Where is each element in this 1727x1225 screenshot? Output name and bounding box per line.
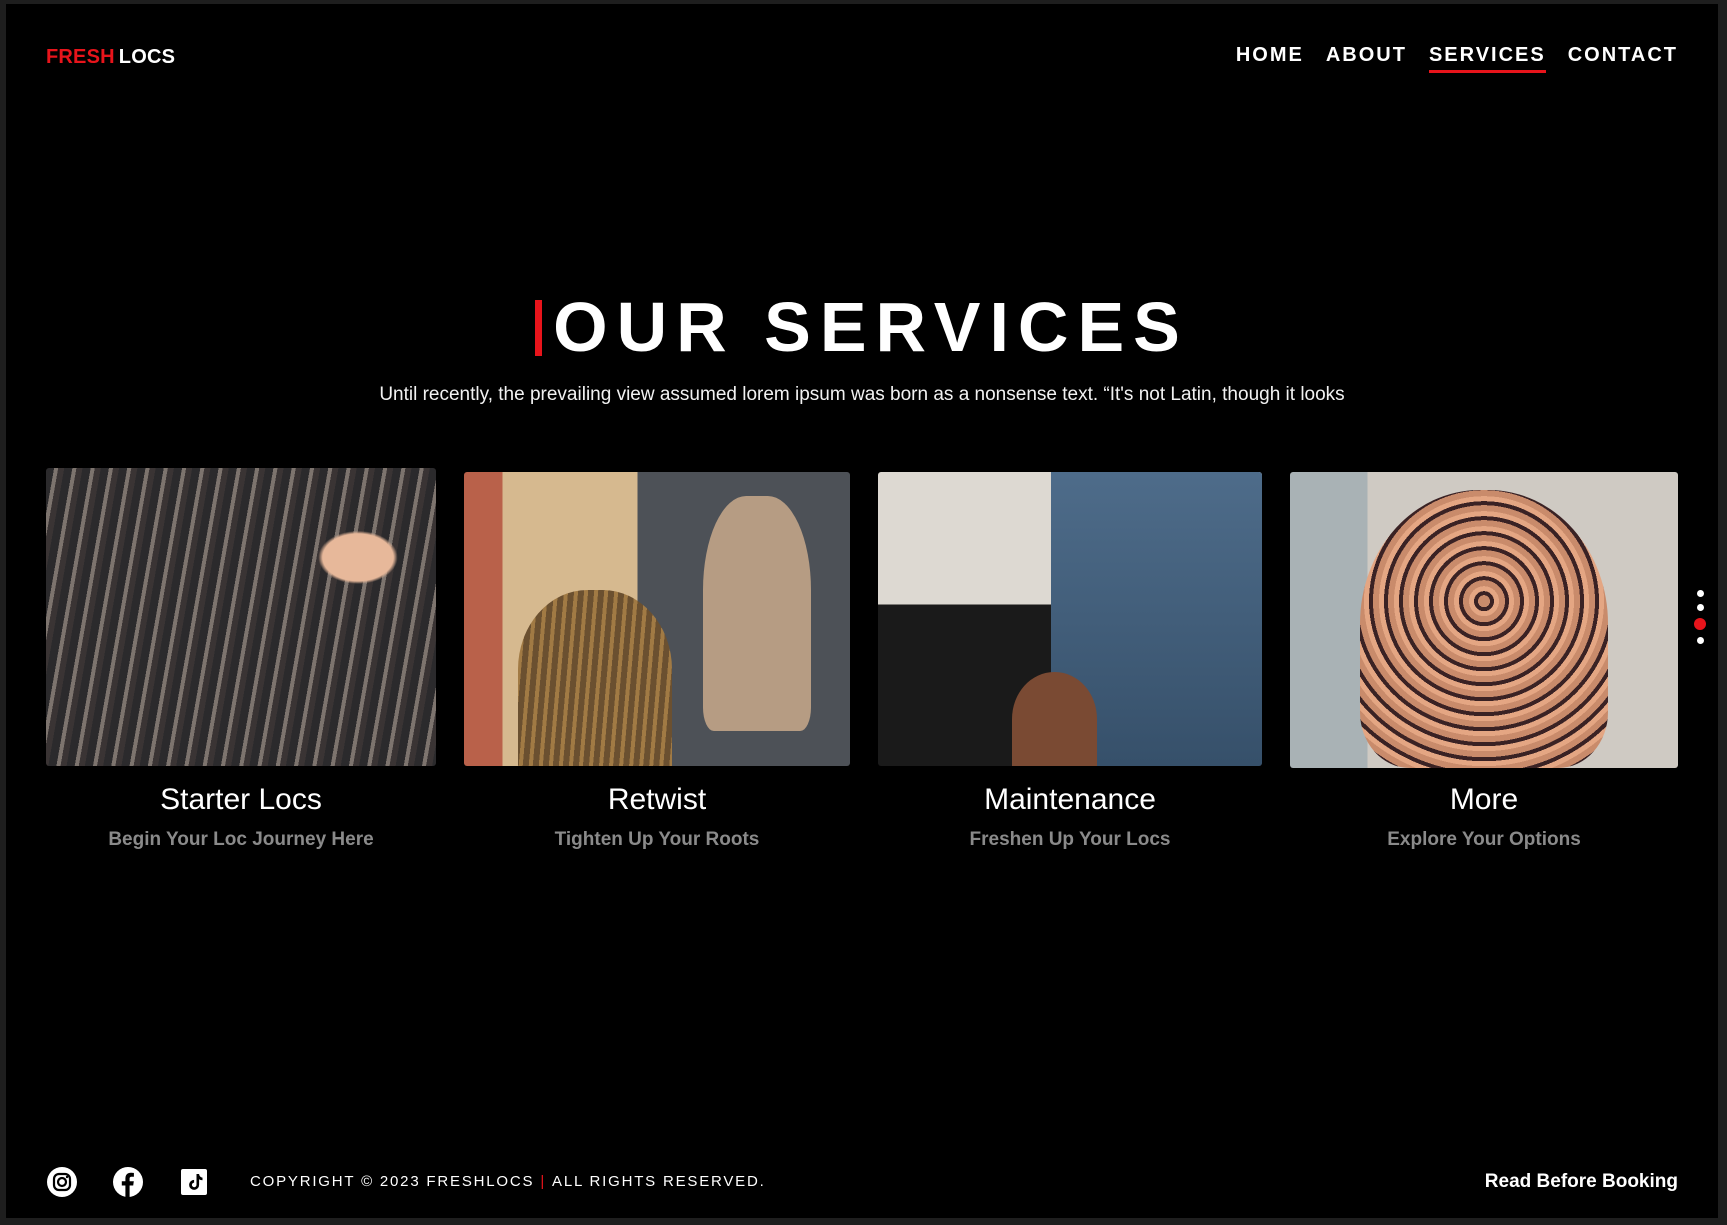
copyright-text: COPYRIGHT © 2023 FRESHLOCS | ALL RIGHTS RE… xyxy=(250,1173,766,1190)
brand-logo[interactable]: FRESH LOCS xyxy=(46,46,175,69)
service-subtitle: Freshen Up Your Locs xyxy=(969,829,1171,850)
service-subtitle: Explore Your Options xyxy=(1387,829,1581,850)
pager-dot[interactable] xyxy=(1696,604,1704,611)
instagram-icon[interactable] xyxy=(46,1166,78,1198)
nav-home[interactable]: HOME xyxy=(1236,44,1304,73)
brand-logo-part1: FRESH xyxy=(46,46,115,68)
nav-about[interactable]: ABOUT xyxy=(1326,44,1407,73)
service-image-maintenance xyxy=(878,472,1262,766)
service-subtitle: Begin Your Loc Journey Here xyxy=(108,829,374,850)
service-title: Maintenance xyxy=(984,783,1156,816)
brand-logo-part2: LOCS xyxy=(118,46,176,68)
tiktok-icon[interactable] xyxy=(178,1166,210,1198)
service-title: More xyxy=(1449,783,1519,816)
facebook-icon[interactable] xyxy=(112,1166,144,1198)
service-title: Starter Locs xyxy=(160,783,322,816)
read-before-booking-link[interactable]: Read Before Booking xyxy=(1485,1171,1678,1193)
service-image-more xyxy=(1290,472,1678,768)
nav-contact[interactable]: CONTACT xyxy=(1568,44,1678,73)
pager-dot-active[interactable] xyxy=(1694,618,1706,630)
nav-services[interactable]: SERVICES xyxy=(1428,44,1546,73)
page-title-text: OUR SERVICES xyxy=(553,288,1189,366)
service-image-retwist xyxy=(464,472,850,766)
main-nav: HOME ABOUT SERVICES CONTACT xyxy=(1236,44,1678,73)
services-carousel: Starter Locs Begin Your Loc Journey Here… xyxy=(46,468,1678,868)
copyright-right: ALL RIGHTS RESERVED. xyxy=(552,1173,766,1190)
section-pager xyxy=(1694,590,1706,644)
page-frame: FRESH LOCS HOME ABOUT SERVICES CONTACT OU… xyxy=(6,4,1718,1218)
service-image-starter-locs xyxy=(46,468,436,766)
hero-subtitle: Until recently, the prevailing view assu… xyxy=(379,384,1345,405)
pager-dot[interactable] xyxy=(1696,637,1704,644)
service-subtitle: Tighten Up Your Roots xyxy=(554,829,760,850)
copyright-left: COPYRIGHT © 2023 FRESHLOCS xyxy=(250,1173,535,1190)
pager-dot[interactable] xyxy=(1696,590,1704,597)
hero-title-wrap: OUR SERVICES xyxy=(6,292,1718,362)
page-title: OUR SERVICES xyxy=(535,292,1189,362)
copyright-separator: | xyxy=(540,1173,547,1190)
social-links xyxy=(46,1166,210,1198)
footer: COPYRIGHT © 2023 FRESHLOCS | ALL RIGHTS RE… xyxy=(46,1166,1678,1202)
service-title: Retwist xyxy=(607,783,707,816)
title-accent-bar xyxy=(535,300,543,356)
